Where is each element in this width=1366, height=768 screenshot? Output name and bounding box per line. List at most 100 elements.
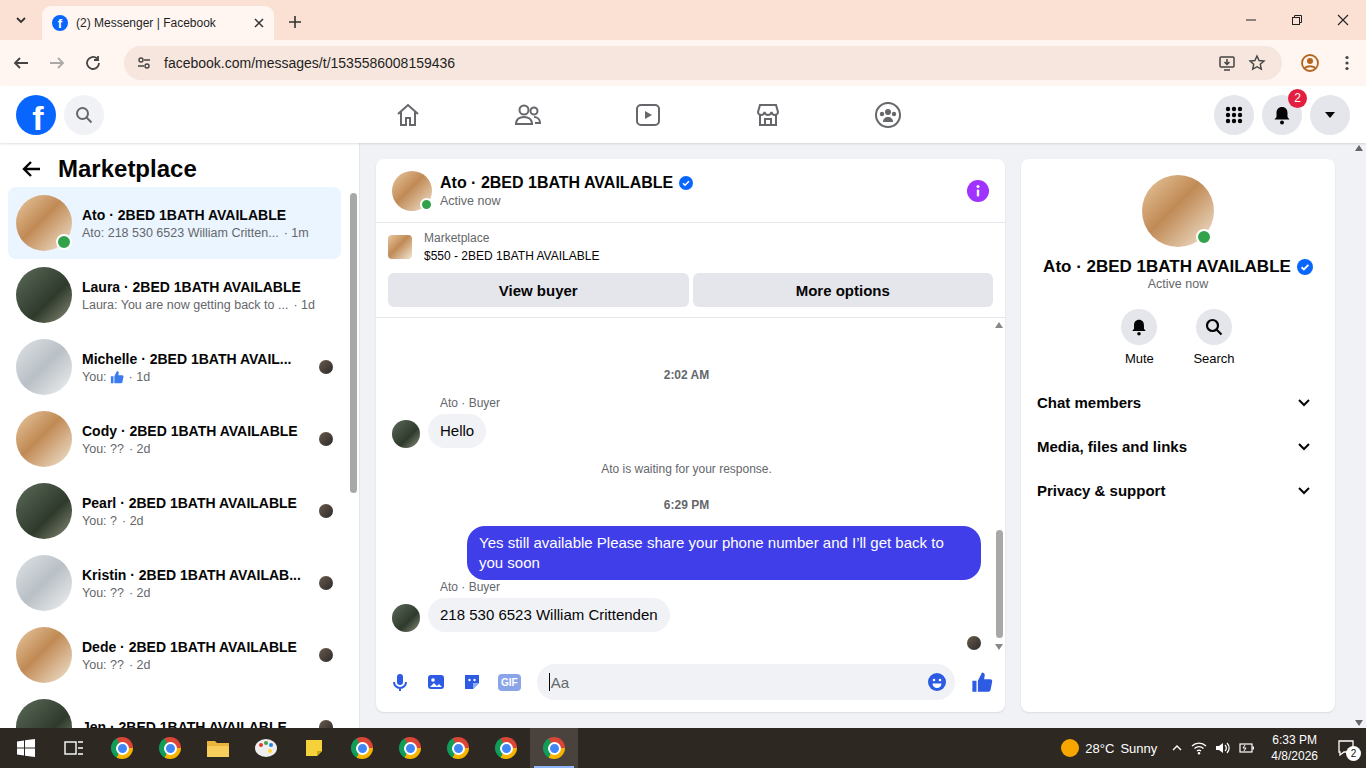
message-bubble[interactable]: Hello [428,414,486,448]
conversation-sidebar: MarketplaceAto · 2BED 1BATH AVAILABLEAto… [0,143,360,728]
gif-button[interactable]: GIF [498,674,521,691]
conversation-item[interactable]: Dede · 2BED 1BATH AVAILABLEYou: ??· 2d [8,619,341,691]
volume-icon[interactable] [1215,741,1231,755]
restore-button[interactable] [1274,0,1320,40]
chat-title[interactable]: Ato · 2BED 1BATH AVAILABLE [440,174,673,192]
conversation-item[interactable]: Cody · 2BED 1BATH AVAILABLEYou: ??· 2d [8,403,341,475]
chevron-down-icon [1297,395,1311,409]
browser-menu-icon[interactable] [1338,54,1356,72]
forward-arrow-icon[interactable] [48,54,66,72]
marketplace-listing: Marketplace$550 - 2BED 1BATH AVAILABLEVi… [376,223,1005,318]
search-button[interactable] [64,95,104,135]
page-scrollbar[interactable] [1335,143,1366,728]
conversation-item[interactable]: Pearl · 2BED 1BATH AVAILABLEYou: ?· 2d [8,475,341,547]
listing-button[interactable]: View buyer [388,273,689,307]
battery-icon[interactable] [1239,742,1255,754]
install-app-icon[interactable] [1218,54,1236,72]
url-text[interactable]: facebook.com/messages/t/1535586008159436 [164,55,455,71]
system-notice: Ato is waiting for your response. [392,448,981,486]
network-icon[interactable] [1191,741,1207,755]
seen-avatar [967,636,981,650]
start-button[interactable] [2,728,50,768]
marketplace-tab[interactable] [708,87,828,143]
conversation-item[interactable]: Laura · 2BED 1BATH AVAILABLELaura: You a… [8,259,341,331]
task-view-button[interactable] [50,728,98,768]
conversation-item[interactable]: Kristin · 2BED 1BATH AVAILAB...You: ??· … [8,547,341,619]
taskbar-app[interactable] [434,728,482,768]
tab-search-button[interactable] [8,7,34,33]
show-hidden-icons-icon[interactable] [1171,742,1183,754]
back-arrow-icon[interactable] [22,159,42,179]
reload-icon[interactable] [84,54,102,72]
site-info-icon[interactable] [136,55,152,71]
conversation-item[interactable]: Jen · 2BED 1BATH AVAILABLE [8,691,341,728]
taskbar-app[interactable] [194,728,242,768]
facebook-favicon-icon: f [52,15,68,31]
info-section[interactable]: Media, files and links [1029,424,1327,468]
clock[interactable]: 6:33 PM4/8/2026 [1263,732,1326,764]
sticker-icon[interactable] [462,672,482,692]
listing-button[interactable]: More options [693,273,994,307]
message-sender: Ato · Buyer [440,580,981,594]
profile-action[interactable]: Mute [1121,309,1157,366]
video-tab[interactable] [588,87,708,143]
info-icon[interactable] [967,180,989,202]
notification-center-button[interactable]: 2 [1326,728,1366,768]
taskbar-app[interactable] [338,728,386,768]
info-section[interactable]: Chat members [1029,380,1327,424]
microphone-icon[interactable] [390,672,410,692]
taskbar-app[interactable] [242,728,290,768]
taskbar-app[interactable] [98,728,146,768]
photo-icon[interactable] [426,672,446,692]
browser-toolbar: facebook.com/messages/t/1535586008159436 [0,40,1366,86]
taskbar-app[interactable] [290,728,338,768]
message-sender: Ato · Buyer [440,396,981,410]
close-tab-icon[interactable] [254,18,264,28]
conversation-preview: Laura: You are now getting back to ...· … [82,298,333,312]
conversation-item[interactable]: Ato · 2BED 1BATH AVAILABLEAto: 218 530 6… [8,187,341,259]
scroll-up-icon[interactable] [995,322,1003,328]
close-window-button[interactable] [1320,0,1366,40]
account-button[interactable] [1310,95,1350,135]
sidebar-scrollbar[interactable] [347,187,359,728]
address-bar[interactable]: facebook.com/messages/t/1535586008159436 [124,46,1282,80]
scroll-down-icon[interactable] [995,644,1003,650]
profile-icon[interactable] [1300,53,1320,73]
taskbar-app[interactable] [386,728,434,768]
message-bubble[interactable]: 218 530 6523 William Crittenden [428,598,670,632]
bookmark-star-icon[interactable] [1248,54,1266,72]
groups-tab[interactable] [828,87,948,143]
restore-icon [1291,14,1303,26]
menu-button[interactable] [1214,95,1254,135]
thumbs-up-icon[interactable] [971,671,993,693]
taskbar-app[interactable] [146,728,194,768]
home-tab[interactable] [348,87,468,143]
conversation-avatar [16,411,72,467]
notifications-button[interactable]: 2 [1262,95,1302,135]
back-arrow-icon[interactable] [12,54,30,72]
conversation-item[interactable]: Michelle · 2BED 1BATH AVAIL...You:· 1d [8,331,341,403]
chrome-icon [543,737,565,759]
message-input[interactable]: Aa [537,664,955,700]
sidebar-header: Marketplace [0,143,359,187]
minimize-button[interactable] [1228,0,1274,40]
conversation-name: Cody · 2BED 1BATH AVAILABLE [82,423,309,439]
scroll-up-icon[interactable] [1355,145,1363,151]
profile-action[interactable]: Search [1193,309,1234,366]
new-tab-icon[interactable] [288,15,302,29]
taskbar-app[interactable] [482,728,530,768]
sender-avatar[interactable] [392,604,420,632]
listing-title[interactable]: $550 - 2BED 1BATH AVAILABLE [424,249,599,263]
listing-thumbnail[interactable] [388,235,412,259]
scroll-down-icon[interactable] [1355,720,1363,726]
friends-tab[interactable] [468,87,588,143]
info-section[interactable]: Privacy & support [1029,468,1327,512]
facebook-logo[interactable]: f [16,95,56,135]
weather-widget[interactable]: 28°CSunny [1061,739,1157,757]
taskbar-app[interactable] [530,728,578,768]
chat-scrollbar[interactable] [993,318,1005,654]
emoji-icon[interactable] [927,672,947,692]
sender-avatar[interactable] [392,420,420,448]
message-bubble[interactable]: Yes still available Please share your ph… [467,526,981,580]
browser-tab[interactable]: f(2) Messenger | Facebook [42,6,274,40]
